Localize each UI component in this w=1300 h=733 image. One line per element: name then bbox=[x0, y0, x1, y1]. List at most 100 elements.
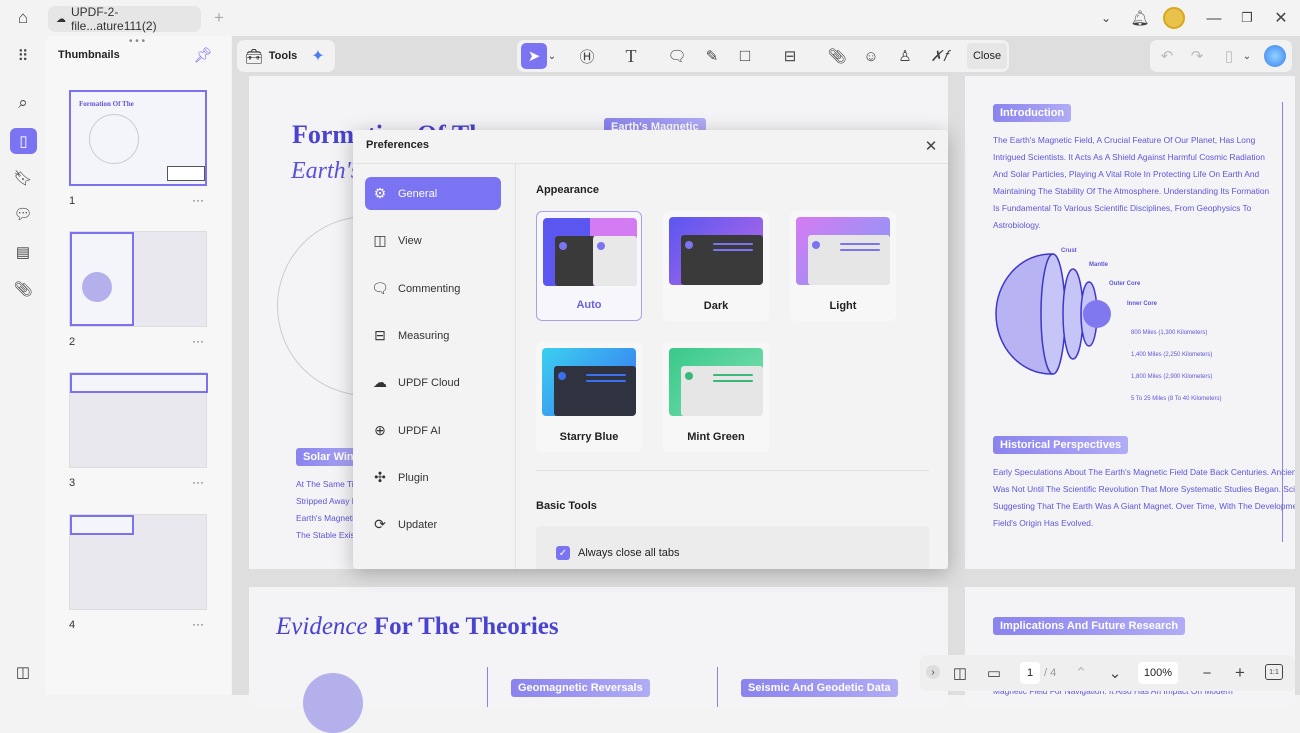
sticker-icon[interactable]: ☺ bbox=[861, 46, 881, 66]
theme-mint-green[interactable]: Mint Green bbox=[663, 342, 769, 452]
theme-auto[interactable]: Auto bbox=[536, 211, 642, 321]
thumbnail-page-4[interactable] bbox=[69, 514, 207, 610]
history-text: Early Speculations About The Earth's Mag… bbox=[993, 467, 1295, 528]
thumbnail-page-1[interactable]: Formation Of The bbox=[69, 90, 207, 186]
pdf-page-2: Introduction The Earth's Magnetic Field,… bbox=[965, 76, 1295, 569]
document-tab[interactable]: ☁ UPDF-2-file...ature111(2) bbox=[48, 5, 201, 33]
undo-icon[interactable]: ↶ bbox=[1158, 46, 1176, 66]
pref-nav-updf-cloud[interactable]: ☁ UPDF Cloud bbox=[365, 366, 501, 399]
thumbnails-icon[interactable]: ▯ bbox=[10, 128, 37, 154]
always-close-tabs-checkbox[interactable]: ✓ bbox=[556, 546, 570, 560]
two-page-view-icon[interactable]: ◫ bbox=[950, 663, 970, 683]
pref-nav-updf-ai[interactable]: ⊕ UPDF AI bbox=[365, 414, 501, 447]
restore-icon[interactable]: ❐ bbox=[1238, 8, 1256, 28]
save-icon[interactable]: ▯ bbox=[1220, 46, 1238, 66]
page-number-input[interactable]: 1 bbox=[1020, 662, 1040, 684]
thumbnail-page-3[interactable] bbox=[69, 372, 208, 468]
pref-nav-general[interactable]: ⚙ General bbox=[365, 177, 501, 210]
title-bar: ⌂ ☁ UPDF-2-file...ature111(2) + ⌄ 🔔︎ — ❐… bbox=[0, 0, 1300, 36]
pencil-icon[interactable]: ✎ bbox=[702, 46, 722, 66]
page-more-button[interactable]: ··· bbox=[192, 193, 204, 207]
page-more-button[interactable]: ··· bbox=[192, 475, 204, 489]
theme-dark[interactable]: Dark bbox=[663, 211, 769, 321]
actual-size-icon[interactable]: 1:1 bbox=[1265, 664, 1283, 680]
pages-icon[interactable]: ▤ bbox=[13, 242, 33, 262]
home-icon[interactable]: ⌂ bbox=[13, 8, 33, 28]
updf-ai-icon[interactable] bbox=[1264, 45, 1286, 67]
minimize-icon[interactable]: — bbox=[1205, 8, 1223, 28]
always-close-tabs-label: Always close all tabs bbox=[578, 547, 680, 559]
nav-label: Measuring bbox=[398, 329, 450, 342]
bookmark-icon[interactable]: 🔖︎ bbox=[13, 168, 33, 188]
attachment-icon[interactable]: 📎︎ bbox=[13, 279, 33, 299]
search-icon[interactable]: ⌕ bbox=[13, 93, 33, 113]
layer-label: Inner Core bbox=[1127, 301, 1158, 307]
view-icon: ◫ bbox=[373, 232, 387, 248]
pref-nav-commenting[interactable]: 🗨︎ Commenting bbox=[365, 272, 501, 305]
ai-sparkle-icon[interactable]: ✦ bbox=[311, 46, 324, 66]
chevron-down-icon[interactable]: ⌄ bbox=[547, 46, 557, 66]
close-toolbar-button[interactable]: Close bbox=[967, 43, 1007, 69]
nav-label: Updater bbox=[398, 518, 438, 531]
pref-nav-plugin[interactable]: ✣ Plugin bbox=[365, 461, 501, 494]
stamp-icon[interactable]: ♙ bbox=[895, 46, 915, 66]
rectangle-icon[interactable]: □ bbox=[735, 46, 755, 66]
previous-page-icon[interactable]: ⌃ bbox=[1072, 663, 1090, 683]
chevron-down-icon[interactable]: ⌄ bbox=[1242, 46, 1252, 66]
highlight-icon[interactable]: Ⓗ bbox=[577, 46, 597, 66]
cloud-icon: ☁ bbox=[56, 13, 66, 25]
tools-button[interactable]: 🧰︎ Tools ✦ bbox=[237, 40, 335, 72]
apps-grid-icon[interactable]: ⠿ bbox=[13, 46, 33, 66]
thumbnail-page-2[interactable] bbox=[69, 231, 207, 327]
pin-icon[interactable]: 📌︎ bbox=[193, 46, 212, 64]
text-icon[interactable]: T bbox=[621, 46, 641, 66]
nav-label: Plugin bbox=[398, 471, 429, 484]
section-badge: Seismic And Geodetic Data bbox=[741, 679, 898, 697]
ruler-icon: ⊟ bbox=[374, 327, 386, 343]
pref-nav-measuring[interactable]: ⊟ Measuring bbox=[365, 319, 501, 352]
gear-icon: ⚙ bbox=[373, 185, 387, 201]
zoom-in-icon[interactable]: + bbox=[1231, 663, 1249, 683]
pdf-page-3: Evidence For The Theories Geomagnetic Re… bbox=[249, 587, 948, 733]
layers-icon[interactable]: ◫ bbox=[13, 662, 33, 682]
theme-label: Starry Blue bbox=[559, 431, 619, 443]
toolbox-icon: 🧰︎ bbox=[245, 47, 263, 64]
signature-icon[interactable]: ✗𝑓 bbox=[927, 46, 951, 66]
avatar[interactable] bbox=[1163, 7, 1185, 29]
collapse-chevron-icon[interactable]: › bbox=[926, 665, 940, 679]
nav-label: General bbox=[398, 187, 438, 200]
theme-label: Light bbox=[829, 300, 857, 312]
theme-starry-blue[interactable]: Starry Blue bbox=[536, 342, 642, 452]
next-page-icon[interactable]: ⌄ bbox=[1106, 663, 1124, 683]
nav-label: UPDF Cloud bbox=[398, 376, 460, 389]
pref-nav-view[interactable]: ◫ View bbox=[365, 224, 501, 257]
close-window-icon[interactable]: ✕ bbox=[1272, 8, 1290, 28]
theme-light[interactable]: Light bbox=[790, 211, 896, 321]
redo-icon[interactable]: ↷ bbox=[1188, 46, 1206, 66]
preferences-dialog: Preferences ✕ ⚙ General ◫ View 🗨︎ Commentin… bbox=[353, 130, 948, 569]
section-badge: Implications And Future Research bbox=[993, 617, 1186, 635]
depth-label: 800 Miles (1,300 Kilometers) bbox=[1131, 330, 1208, 336]
chevron-down-icon[interactable]: ⌄ bbox=[1097, 8, 1115, 28]
page-more-button[interactable]: ··· bbox=[192, 617, 204, 631]
comment-icon[interactable]: 🗨︎ bbox=[667, 46, 687, 66]
close-dialog-icon[interactable]: ✕ bbox=[921, 136, 941, 156]
zoom-level-input[interactable]: 100% bbox=[1138, 662, 1178, 684]
pref-nav-updater[interactable]: ⟳ Updater bbox=[365, 508, 501, 541]
bell-icon[interactable]: 🔔︎ bbox=[1130, 8, 1150, 28]
theme-label: Dark bbox=[703, 300, 729, 312]
depth-label: 1,800 Miles (2,900 Kilometers) bbox=[1131, 374, 1213, 380]
zoom-out-icon[interactable]: − bbox=[1198, 663, 1216, 683]
comment-list-icon[interactable]: 💬︎ bbox=[13, 204, 33, 224]
theme-label: Mint Green bbox=[687, 431, 745, 443]
page-more-button[interactable]: ··· bbox=[192, 334, 204, 348]
attachment-icon[interactable]: 📎︎ bbox=[827, 46, 847, 66]
measure-icon[interactable]: ⊟ bbox=[780, 46, 800, 66]
panel-resize-handle[interactable]: • • • bbox=[129, 36, 145, 47]
presentation-icon[interactable]: ▭ bbox=[984, 663, 1004, 683]
depth-label: 5 To 25 Miles (8 To 40 Kilometers) bbox=[1131, 396, 1222, 402]
updater-icon: ⟳ bbox=[374, 516, 386, 532]
new-tab-plus-icon[interactable]: + bbox=[210, 8, 228, 28]
select-pointer-icon[interactable]: ➤ bbox=[521, 43, 547, 69]
layer-label: Outer Core bbox=[1109, 281, 1141, 287]
